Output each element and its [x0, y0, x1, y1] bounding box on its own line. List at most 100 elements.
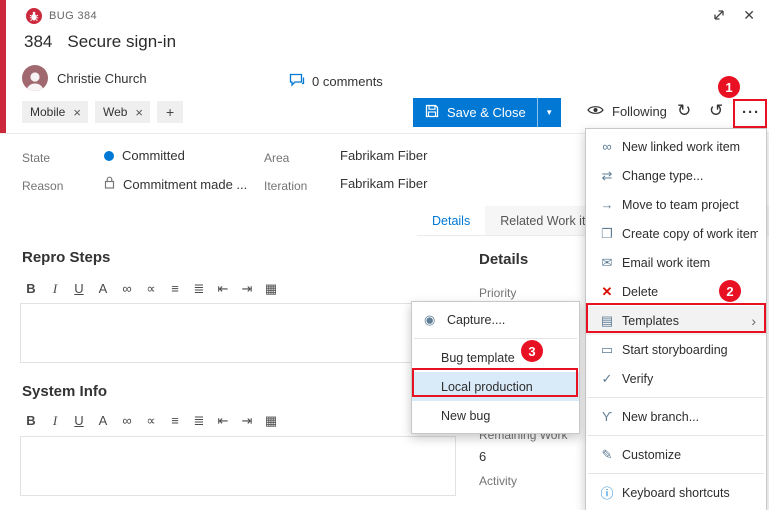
insert-link-icon[interactable]: ∞	[116, 410, 138, 431]
info-icon: ⓘ	[595, 483, 619, 502]
state-value: Committed	[122, 148, 185, 163]
comments-count: 0 comments	[312, 74, 383, 89]
menu-item-label: New bug	[438, 409, 579, 423]
area-field[interactable]: Fabrikam Fiber	[340, 148, 427, 163]
menu-item-delete[interactable]: ✕ Delete	[586, 277, 766, 306]
tag-mobile: Mobile ×	[22, 101, 88, 123]
numbered-list-icon[interactable]: ≣	[188, 410, 210, 431]
numbered-list-icon[interactable]: ≣	[188, 278, 210, 299]
submenu-item-new-bug[interactable]: New bug	[412, 401, 579, 430]
expand-icon[interactable]	[712, 8, 726, 22]
menu-item-label: Templates	[619, 314, 751, 328]
reason-value: Commitment made ...	[123, 177, 247, 192]
insert-image-icon[interactable]: ▦	[260, 410, 282, 431]
underline-icon[interactable]: U	[68, 278, 90, 299]
tag-web: Web ×	[95, 101, 150, 123]
menu-item-new-linked-work-item[interactable]: ∞ New linked work item	[586, 132, 766, 161]
save-icon	[425, 104, 439, 121]
italic-icon[interactable]: I	[44, 410, 66, 431]
save-close-button[interactable]: Save & Close	[413, 98, 537, 127]
indent-icon[interactable]: ⇥	[236, 410, 258, 431]
details-panel-heading: Details	[479, 251, 528, 268]
clear-format-icon[interactable]: A	[92, 278, 114, 299]
bold-icon[interactable]: B	[20, 410, 42, 431]
templates-submenu: ◉ Capture.... Bug template Local product…	[411, 301, 580, 434]
activity-label: Activity	[479, 474, 517, 488]
work-item-type-row: BUG 384	[26, 8, 97, 24]
tab-details[interactable]: Details	[417, 206, 485, 235]
menu-item-move-to-team-project[interactable]: → Move to team project	[586, 190, 766, 219]
refresh-icon[interactable]: ↻	[677, 102, 691, 119]
annotation-step-1: 1	[718, 76, 740, 98]
camera-icon: ◉	[424, 312, 444, 328]
submenu-item-capture[interactable]: ◉ Capture....	[412, 305, 579, 334]
storyboard-icon: ▭	[595, 342, 619, 358]
work-item-id: 384	[24, 32, 52, 52]
submenu-item-bug-template[interactable]: Bug template	[412, 343, 579, 372]
window-controls: ✕	[712, 8, 755, 22]
bulleted-list-icon[interactable]: ≡	[164, 278, 186, 299]
link-icon: ∞	[595, 139, 619, 154]
area-label: Area	[264, 151, 289, 165]
bold-icon[interactable]: B	[20, 278, 42, 299]
remove-link-icon[interactable]: ∝	[140, 278, 162, 299]
menu-item-label: Capture....	[444, 313, 579, 327]
outdent-icon[interactable]: ⇤	[212, 410, 234, 431]
work-item-title-field[interactable]: 384 Secure sign-in	[24, 32, 176, 52]
repro-steps-editor-area[interactable]	[20, 303, 456, 363]
reason-field[interactable]: Commitment made ...	[104, 176, 247, 192]
menu-item-start-storyboarding[interactable]: ▭ Start storyboarding	[586, 335, 766, 364]
menu-item-create-copy[interactable]: ❐ Create copy of work item...	[586, 219, 766, 248]
submenu-item-local-production[interactable]: Local production	[412, 372, 579, 401]
verify-icon: ✓	[595, 371, 619, 387]
close-icon[interactable]: ✕	[743, 8, 755, 22]
following-button[interactable]: Following	[587, 104, 667, 119]
work-item-type-color-bar	[0, 0, 6, 133]
menu-item-email-work-item[interactable]: ✉ Email work item	[586, 248, 766, 277]
underline-icon[interactable]: U	[68, 410, 90, 431]
tag-label: Mobile	[22, 105, 70, 119]
remaining-work-value[interactable]: 6	[479, 449, 486, 464]
undo-icon[interactable]: ↺	[709, 102, 723, 119]
save-options-dropdown[interactable]: ▼	[537, 98, 561, 127]
add-tag-button[interactable]: +	[157, 101, 183, 123]
change-type-icon: ⇄	[595, 168, 619, 184]
menu-separator	[414, 338, 577, 339]
italic-icon[interactable]: I	[44, 278, 66, 299]
menu-item-label: Create copy of work item...	[619, 227, 758, 241]
menu-item-label: Local production	[438, 380, 579, 394]
state-field[interactable]: Committed	[104, 148, 185, 163]
insert-link-icon[interactable]: ∞	[116, 278, 138, 299]
tag-remove-icon[interactable]: ×	[132, 105, 150, 120]
tag-remove-icon[interactable]: ×	[70, 105, 88, 120]
menu-item-customize[interactable]: ✎ Customize	[586, 440, 766, 469]
save-close-split-button: Save & Close ▼	[413, 98, 561, 127]
assignee-field[interactable]: Christie Church	[57, 71, 147, 86]
menu-item-verify[interactable]: ✓ Verify	[586, 364, 766, 393]
bulleted-list-icon[interactable]: ≡	[164, 410, 186, 431]
menu-item-label: Start storyboarding	[619, 343, 758, 357]
iteration-field[interactable]: Fabrikam Fiber	[340, 176, 427, 191]
comments-button[interactable]: 0 comments	[289, 73, 383, 90]
menu-item-change-type[interactable]: ⇄ Change type...	[586, 161, 766, 190]
save-close-label: Save & Close	[447, 105, 526, 120]
menu-item-label: Change type...	[619, 169, 758, 183]
clear-format-icon[interactable]: A	[92, 410, 114, 431]
outdent-icon[interactable]: ⇤	[212, 278, 234, 299]
system-info-editor-area[interactable]	[20, 436, 456, 496]
comment-icon	[289, 73, 305, 90]
iteration-label: Iteration	[264, 179, 307, 193]
insert-image-icon[interactable]: ▦	[260, 278, 282, 299]
indent-icon[interactable]: ⇥	[236, 278, 258, 299]
menu-item-label: Customize	[619, 448, 758, 462]
menu-separator	[588, 473, 764, 474]
submenu-chevron-icon: ›	[751, 313, 758, 329]
more-options-button[interactable]: ···	[742, 105, 760, 120]
menu-item-keyboard-shortcuts[interactable]: ⓘ Keyboard shortcuts	[586, 478, 766, 507]
lock-icon	[104, 176, 115, 192]
menu-item-new-branch[interactable]: ϒ New branch...	[586, 402, 766, 431]
customize-icon: ✎	[595, 447, 619, 463]
menu-item-templates[interactable]: ▤ Templates ›	[586, 306, 766, 335]
remove-link-icon[interactable]: ∝	[140, 410, 162, 431]
reason-label: Reason	[22, 179, 63, 193]
